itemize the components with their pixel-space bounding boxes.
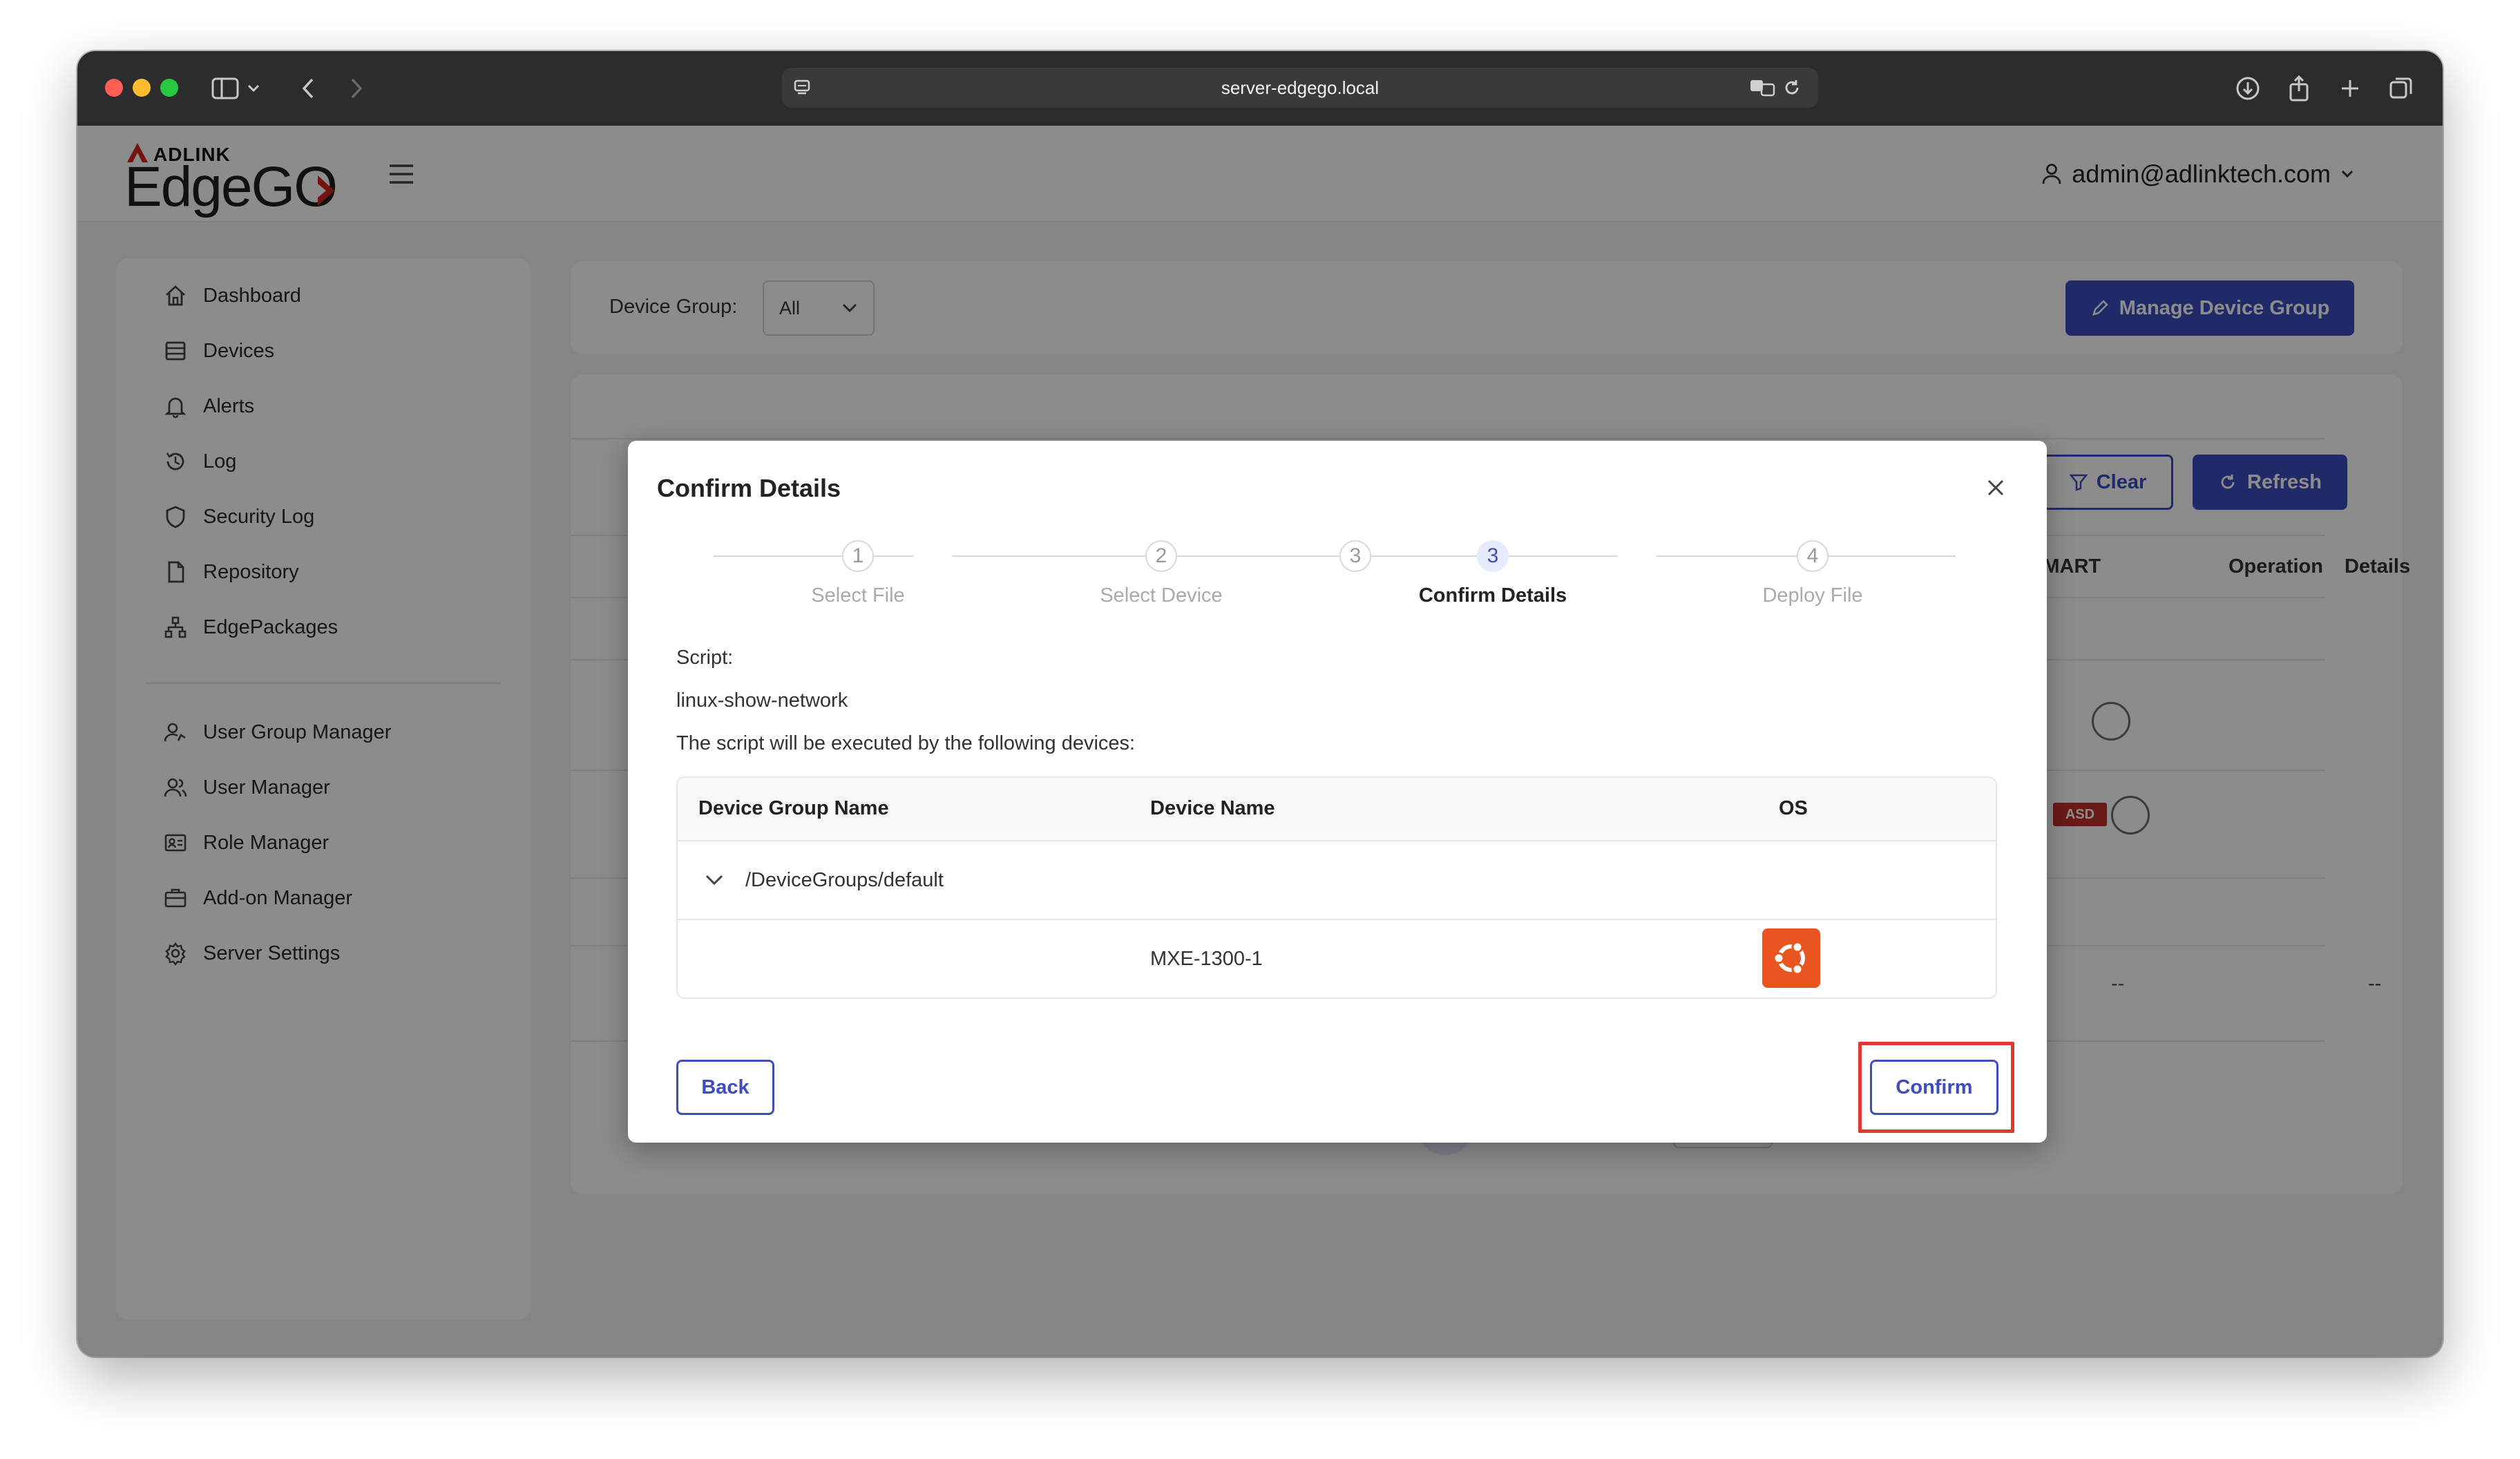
- sidebar-toggle-icon[interactable]: [209, 72, 242, 105]
- close-window-button[interactable]: [105, 79, 123, 97]
- confirm-details-modal: Confirm Details 3 1 Select File 2 Select…: [628, 441, 2047, 1143]
- browser-window: server-edgego.local ADLINK EdgeGO admin@…: [77, 51, 2443, 1357]
- column-os: OS: [1779, 797, 1808, 819]
- column-device-name: Device Name: [1150, 797, 1275, 819]
- column-device-group-name: Device Group Name: [698, 797, 889, 819]
- close-icon[interactable]: [1983, 475, 2008, 500]
- back-button[interactable]: Back: [676, 1060, 774, 1115]
- ubuntu-icon: [1762, 928, 1820, 988]
- confirm-highlight-box: [1858, 1042, 2014, 1133]
- modal-title: Confirm Details: [657, 474, 841, 502]
- chevron-down-icon[interactable]: [243, 72, 264, 105]
- group-row[interactable]: /DeviceGroups/default: [678, 841, 1996, 920]
- step-1-label: Select File: [811, 584, 905, 607]
- url-text: server-edgego.local: [1221, 77, 1380, 98]
- step-1-circle: 1: [842, 540, 874, 572]
- step-3-circle-active: 3: [1477, 540, 1509, 572]
- step-4-label: Deploy File: [1762, 584, 1863, 607]
- step-2-label: Select Device: [1100, 584, 1223, 607]
- minimize-window-button[interactable]: [133, 79, 151, 97]
- device-table: Device Group Name Device Name OS /Device…: [676, 776, 1997, 999]
- share-icon[interactable]: [2282, 72, 2316, 105]
- tab-overview-icon[interactable]: [2385, 72, 2418, 105]
- back-nav-icon[interactable]: [292, 72, 325, 105]
- device-table-header: Device Group Name Device Name OS: [678, 778, 1996, 841]
- address-bar[interactable]: server-edgego.local: [782, 68, 1818, 108]
- new-tab-icon[interactable]: [2333, 72, 2367, 105]
- script-label: Script:: [676, 647, 734, 669]
- device-name: MXE-1300-1: [1150, 948, 1263, 970]
- browser-toolbar: server-edgego.local: [77, 51, 2443, 126]
- downloads-icon[interactable]: [2231, 72, 2264, 105]
- group-name: /DeviceGroups/default: [745, 869, 944, 891]
- script-name: linux-show-network: [676, 689, 848, 712]
- step-3-label: Confirm Details: [1418, 584, 1567, 607]
- forward-nav-icon[interactable]: [340, 72, 373, 105]
- device-row: MXE-1300-1: [678, 920, 1996, 998]
- devices-description: The script will be executed by the follo…: [676, 732, 1136, 754]
- step-2-circle: 2: [1145, 540, 1177, 572]
- chevron-down-icon[interactable]: [704, 873, 725, 887]
- step-4-circle: 4: [1797, 540, 1829, 572]
- step-3-circle: 3: [1339, 540, 1371, 572]
- zoom-window-button[interactable]: [160, 79, 178, 97]
- translate-icon[interactable]: [1749, 77, 1777, 98]
- reload-icon[interactable]: [1782, 78, 1802, 97]
